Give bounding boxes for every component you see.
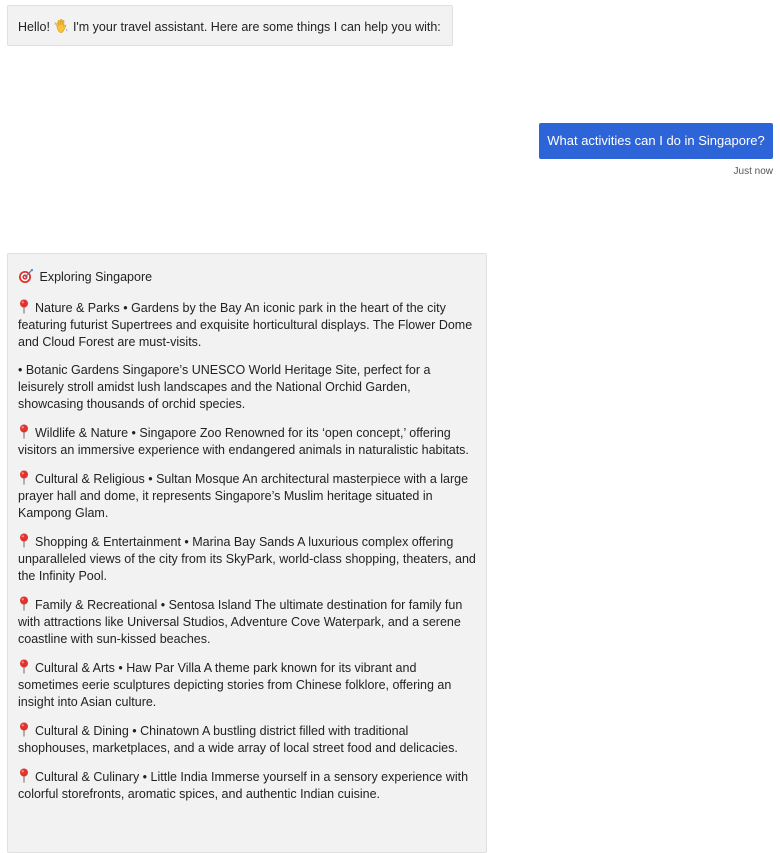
activity-item-text: Cultural & Culinary • Little India Immer…: [18, 770, 469, 801]
activity-item: Nature & Parks • Gardens by the Bay An i…: [18, 299, 476, 351]
greeting-text-start: Hello!: [18, 20, 50, 34]
activity-list: Nature & Parks • Gardens by the Bay An i…: [18, 299, 476, 803]
round-pushpin-icon: [20, 768, 28, 783]
activity-item: Cultural & Arts • Haw Par Villa A theme …: [18, 659, 476, 711]
round-pushpin-icon: [20, 299, 28, 314]
activity-item-text: Nature & Parks • Gardens by the Bay An i…: [18, 301, 473, 349]
activity-item: Wildlife & Nature • Singapore Zoo Renown…: [18, 424, 476, 459]
waving-hand-icon: [55, 18, 68, 33]
dart-target-icon: [19, 269, 33, 283]
activity-item: Cultural & Dining • Chinatown A bustling…: [18, 722, 476, 757]
activity-item-text: Cultural & Religious • Sultan Mosque An …: [18, 472, 469, 520]
activity-item-text: Cultural & Arts • Haw Par Villa A theme …: [18, 661, 452, 709]
reply-heading: Exploring Singapore: [18, 268, 476, 285]
greeting-text-end: I'm your travel assistant. Here are some…: [72, 20, 441, 34]
activity-item: Cultural & Culinary • Little India Immer…: [18, 768, 476, 803]
activity-item-text: Cultural & Dining • Chinatown A bustling…: [18, 724, 458, 755]
round-pushpin-icon: [20, 470, 28, 485]
round-pushpin-icon: [20, 722, 28, 737]
activity-item: Family & Recreational • Sentosa Island T…: [18, 596, 476, 648]
activity-item-text: • Botanic Gardens Singapore’s UNESCO Wor…: [18, 363, 431, 411]
activity-item-text: Shopping & Entertainment • Marina Bay Sa…: [18, 535, 476, 583]
user-message-text: What activities can I do in Singapore?: [547, 133, 765, 148]
activity-item: Shopping & Entertainment • Marina Bay Sa…: [18, 533, 476, 585]
activity-item-text: Family & Recreational • Sentosa Island T…: [18, 598, 463, 646]
activity-item-text: Wildlife & Nature • Singapore Zoo Renown…: [18, 426, 469, 457]
message-timestamp: Just now: [733, 166, 773, 177]
assistant-reply-bubble: Exploring Singapore Nature & Parks • Gar…: [7, 253, 487, 853]
round-pushpin-icon: [20, 659, 28, 674]
round-pushpin-icon: [20, 596, 28, 611]
round-pushpin-icon: [20, 424, 28, 439]
activity-item: • Botanic Gardens Singapore’s UNESCO Wor…: [18, 362, 476, 413]
user-message-bubble: What activities can I do in Singapore?: [539, 123, 773, 159]
round-pushpin-icon: [20, 533, 28, 548]
activity-item: Cultural & Religious • Sultan Mosque An …: [18, 470, 476, 522]
assistant-greeting-bubble: Hello! I'm your travel assistant. Here a…: [7, 5, 453, 46]
reply-heading-text: Exploring Singapore: [39, 270, 153, 284]
